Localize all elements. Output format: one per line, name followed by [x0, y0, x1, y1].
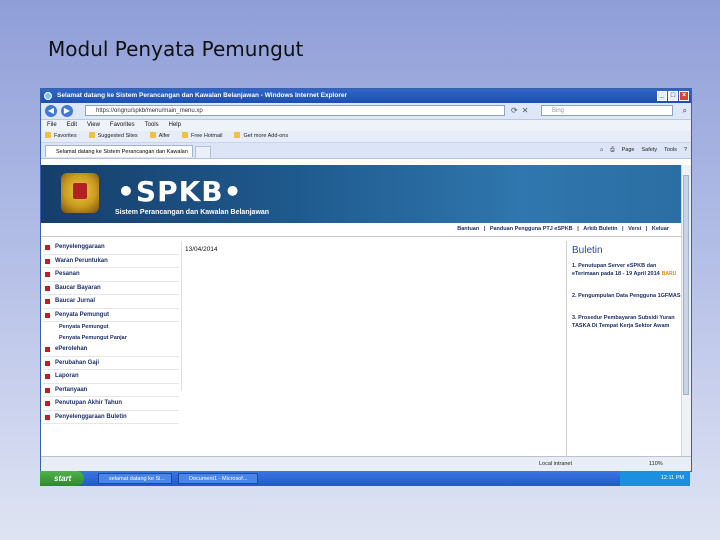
buletin-panel: Buletin 1. Penutupan Server eSPKB dan eT… — [566, 241, 681, 457]
buletin-title: Buletin — [572, 245, 603, 256]
sidebar-item-pesanan[interactable]: Pesanan — [43, 268, 179, 282]
menu-favorites[interactable]: Favorites — [110, 120, 135, 131]
sidebar-item-waran-peruntukan[interactable]: Waran Peruntukan — [43, 255, 179, 268]
buletin-item-text[interactable]: 1. Penutupan Server eSPKB dan eTerimaan … — [572, 263, 660, 277]
maximize-button[interactable]: □ — [668, 91, 678, 101]
nav-bantuan[interactable]: Bantuan — [457, 226, 479, 232]
buletin-item[interactable]: 2. Pengumpulan Data Pengguna 1GFMAS — [572, 292, 681, 300]
sidebar-subitem-penyata-pemungut-panjar[interactable]: Penyata Pemungut Panjar — [43, 333, 179, 344]
search-input[interactable]: Bing — [541, 105, 673, 116]
espkb-logo: •SPKB• — [117, 175, 243, 208]
cmd-tools[interactable]: Tools — [664, 145, 677, 156]
taskbar-item-browser[interactable]: selamat datang ke Si... — [98, 473, 172, 484]
sidebar-item-penyelenggaraan[interactable]: Penyelenggaraan — [43, 241, 179, 255]
menu-file[interactable]: File — [47, 120, 57, 131]
page-content: •SPKB• Sistem Perancangan dan Kawalan Be… — [41, 165, 681, 457]
sidebar-item-baucar-bayaran[interactable]: Baucar Bayaran — [43, 282, 179, 295]
security-zone: Local intranet — [539, 461, 573, 467]
main-divider — [181, 241, 182, 391]
scrollbar-thumb[interactable] — [683, 175, 689, 395]
sidebar-item-penutupan-akhir-tahun[interactable]: Penutupan Akhir Tahun — [43, 397, 179, 411]
fav-addons[interactable]: Get more Add-ons — [234, 131, 288, 142]
back-icon[interactable]: ◀ — [45, 105, 57, 117]
buletin-item[interactable]: 1. Penutupan Server eSPKB dan eTerimaan … — [572, 262, 681, 278]
home-icon[interactable]: ⌂ — [600, 145, 603, 156]
menu-help[interactable]: Help — [169, 120, 181, 131]
new-badge: BARU — [661, 271, 677, 277]
vertical-scrollbar[interactable] — [681, 165, 691, 457]
clock: 12:11 PM — [660, 475, 684, 481]
start-button[interactable]: start — [40, 471, 84, 486]
tab-espkb[interactable]: Selamat datang ke Sistem Perancangan dan… — [45, 145, 193, 157]
help-icon[interactable]: ? — [684, 145, 687, 156]
current-date: 13/04/2014 — [185, 246, 218, 253]
coat-of-arms-logo — [61, 173, 99, 213]
close-button[interactable]: × — [679, 91, 689, 101]
taskbar-item-word[interactable]: Document1 - Microsof... — [178, 473, 258, 484]
window-controls: _ □ × — [657, 91, 689, 101]
new-tab-button[interactable] — [195, 146, 211, 159]
ie-icon — [44, 92, 52, 100]
cmd-safety[interactable]: Safety — [642, 145, 658, 156]
menu-edit[interactable]: Edit — [67, 120, 77, 131]
refresh-stop-icons[interactable]: ⟳✕ — [511, 106, 532, 115]
fav-alfer[interactable]: Alfer — [150, 131, 170, 142]
buletin-item-text[interactable]: 3. Prosedur Pembayaran Subsidi Yuran TAS… — [572, 315, 675, 329]
minimize-button[interactable]: _ — [657, 91, 667, 101]
window-titlebar: Selamat datang ke Sistem Perancangan dan… — [41, 89, 691, 103]
sidebar-item-laporan[interactable]: Laporan — [43, 370, 179, 384]
nav-keluar[interactable]: Keluar — [652, 226, 669, 232]
fav-favorites[interactable]: Favorites — [45, 131, 77, 142]
menu-tools[interactable]: Tools — [145, 120, 159, 131]
sidebar-item-eperolehan[interactable]: ePerolehan — [43, 343, 179, 357]
status-bar: Local intranet 110% — [41, 456, 691, 471]
nav-sep: | — [577, 226, 579, 232]
top-nav: Bantuan | Panduan Pengguna PTJ eSPKB | A… — [41, 223, 681, 237]
sidebar-menu: Penyelenggaraan Waran Peruntukan Pesanan… — [43, 241, 179, 424]
buletin-item-text[interactable]: 2. Pengumpulan Data Pengguna 1GFMAS — [572, 293, 681, 299]
sidebar-item-penyata-pemungut[interactable]: Penyata Pemungut — [43, 309, 179, 322]
nav-sep: | — [622, 226, 624, 232]
sidebar-item-baucar-jurnal[interactable]: Baucar Jurnal — [43, 295, 179, 309]
system-tray: 12:11 PM — [620, 471, 690, 486]
search-icon[interactable]: ⌕ — [683, 106, 687, 116]
banner-subtitle: Sistem Perancangan dan Kawalan Belanjawa… — [115, 209, 270, 216]
favorites-bar: Favorites Suggested Sites Alfer Free Hot… — [41, 131, 691, 143]
espkb-banner: •SPKB• Sistem Perancangan dan Kawalan Be… — [41, 165, 681, 223]
windows-taskbar: start selamat datang ke Si... Document1 … — [40, 471, 690, 486]
zoom-level[interactable]: 110% — [649, 457, 663, 471]
cmd-page[interactable]: Page — [622, 145, 635, 156]
slide-title: Modul Penyata Pemungut — [48, 37, 304, 61]
sidebar-item-penyelenggaraan-buletin[interactable]: Penyelenggaraan Buletin — [43, 411, 179, 424]
nav-sep: | — [483, 226, 486, 232]
fav-free-hotmail[interactable]: Free Hotmail — [182, 131, 222, 142]
window-title: Selamat datang ke Sistem Perancangan dan… — [57, 92, 347, 99]
sidebar-item-perubahan-gaji[interactable]: Perubahan Gaji — [43, 357, 179, 370]
sidebar-item-pertanyaan[interactable]: Pertanyaan — [43, 384, 179, 397]
menu-view[interactable]: View — [87, 120, 100, 131]
menu-bar: File Edit View Favorites Tools Help — [41, 120, 691, 131]
nav-sep: | — [645, 226, 648, 232]
address-input[interactable]: https://ongnu/spkb/menu/main_menu.xp — [85, 105, 505, 116]
sidebar-subitem-penyata-pemungut[interactable]: Penyata Pemungut — [43, 322, 179, 333]
nav-arkib-buletin[interactable]: Arkib Buletin — [583, 226, 617, 232]
buletin-item[interactable]: 3. Prosedur Pembayaran Subsidi Yuran TAS… — [572, 314, 681, 330]
browser-window: Selamat datang ke Sistem Perancangan dan… — [40, 88, 692, 472]
tab-row: Selamat datang ke Sistem Perancangan dan… — [41, 143, 691, 159]
nav-versi[interactable]: Versi — [628, 226, 641, 232]
command-bar: ⌂ ⎙ Page Safety Tools ? — [600, 145, 687, 156]
fav-suggested-sites[interactable]: Suggested Sites — [89, 131, 138, 142]
print-icon[interactable]: ⎙ — [610, 145, 614, 156]
nav-panduan[interactable]: Panduan Pengguna PTJ eSPKB — [490, 226, 573, 232]
address-bar-row: ◀ ▶ https://ongnu/spkb/menu/main_menu.xp… — [41, 103, 691, 120]
forward-icon[interactable]: ▶ — [61, 105, 73, 117]
